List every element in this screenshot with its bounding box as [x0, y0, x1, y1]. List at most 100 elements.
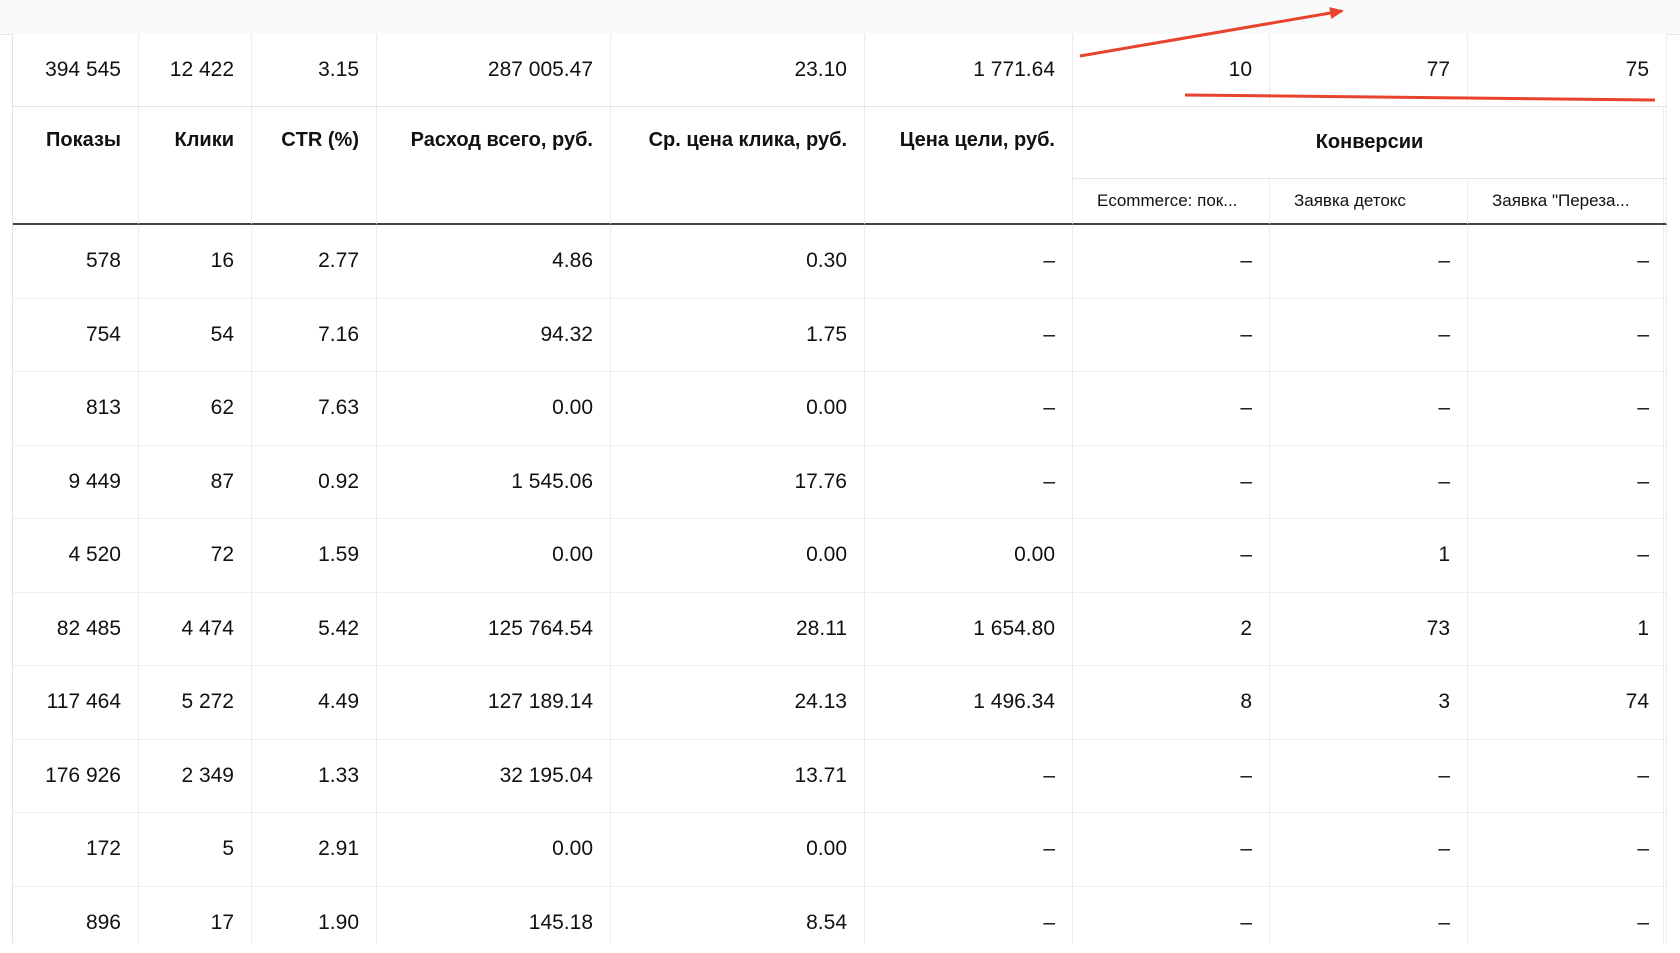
total-conversion-ecommerce: 10	[1073, 34, 1270, 107]
table-cell-spend: 125 764.54	[377, 592, 611, 666]
table-cell-conversion-detox: 3	[1270, 666, 1468, 740]
table-cell-avg-cpc: 0.00	[611, 813, 865, 887]
column-header-spend[interactable]: Расход всего, руб.	[377, 107, 611, 225]
table-cell-impressions: 176 926	[13, 739, 139, 813]
column-group-conversions: Конверсии	[1073, 107, 1667, 179]
total-conversion-detox: 77	[1270, 34, 1468, 107]
table-cell-avg-cpc: 1.75	[611, 298, 865, 372]
table-cell-impressions: 82 485	[13, 592, 139, 666]
table-cell-impressions: 117 464	[13, 666, 139, 740]
table-cell-goal-cost: 1 654.80	[865, 592, 1073, 666]
column-header-clicks[interactable]: Клики	[139, 107, 252, 225]
table-cell-goal-cost: –	[865, 298, 1073, 372]
table-cell-goal-cost: –	[865, 225, 1073, 299]
subcolumn-header-callback[interactable]: Заявка "Переза...	[1468, 179, 1667, 225]
table-cell-conversion-ecommerce: 8	[1073, 666, 1270, 740]
table-cell-impressions: 754	[13, 298, 139, 372]
top-toolbar-strip	[0, 0, 1680, 35]
table-cell-conversion-ecommerce: –	[1073, 445, 1270, 519]
table-cell-conversion-callback: –	[1468, 519, 1667, 593]
table-cell-conversion-detox: –	[1270, 739, 1468, 813]
total-avg-cpc: 23.10	[611, 34, 865, 107]
table-cell-avg-cpc: 24.13	[611, 666, 865, 740]
column-header-impressions[interactable]: Показы	[13, 107, 139, 225]
table-cell-conversion-detox: 73	[1270, 592, 1468, 666]
table-cell-conversion-callback: –	[1468, 739, 1667, 813]
total-ctr: 3.15	[252, 34, 377, 107]
table-cell-spend: 1 545.06	[377, 445, 611, 519]
table-cell-ctr: 4.49	[252, 666, 377, 740]
column-header-goal-cost[interactable]: Цена цели, руб.	[865, 107, 1073, 225]
table-cell-spend: 0.00	[377, 372, 611, 446]
table-cell-goal-cost: 1 496.34	[865, 666, 1073, 740]
column-header-ctr[interactable]: CTR (%)	[252, 107, 377, 225]
table-cell-clicks: 5	[139, 813, 252, 887]
table-cell-clicks: 54	[139, 298, 252, 372]
table-cell-conversion-ecommerce: 2	[1073, 592, 1270, 666]
table-cell-conversion-detox: –	[1270, 372, 1468, 446]
table-cell-ctr: 2.91	[252, 813, 377, 887]
table-cell-conversion-detox: 1	[1270, 519, 1468, 593]
table-cell-conversion-ecommerce: –	[1073, 372, 1270, 446]
table-cell-conversion-callback: –	[1468, 225, 1667, 299]
table-cell-avg-cpc: 13.71	[611, 739, 865, 813]
table-cell-clicks: 2 349	[139, 739, 252, 813]
subcolumn-label-ecommerce: Ecommerce: пок...	[1097, 191, 1238, 210]
table-cell-avg-cpc: 28.11	[611, 592, 865, 666]
table-cell-conversion-ecommerce: –	[1073, 298, 1270, 372]
total-impressions: 394 545	[13, 34, 139, 107]
table-cell-ctr: 2.77	[252, 225, 377, 299]
table-cell-clicks: 87	[139, 445, 252, 519]
table-cell-impressions: 813	[13, 372, 139, 446]
table-cell-goal-cost: –	[865, 372, 1073, 446]
subcolumn-header-detox[interactable]: Заявка детокс	[1270, 179, 1468, 225]
table-cell-conversion-callback: –	[1468, 298, 1667, 372]
table-cell-clicks: 16	[139, 225, 252, 299]
table-cell-conversion-detox: –	[1270, 813, 1468, 887]
table-cell-conversion-callback: 74	[1468, 666, 1667, 740]
table-cell-impressions: 4 520	[13, 519, 139, 593]
table-cell-impressions: 578	[13, 225, 139, 299]
left-frozen-column-edge	[0, 34, 13, 953]
table-cell-goal-cost: –	[865, 813, 1073, 887]
table-cell-ctr: 0.92	[252, 445, 377, 519]
table-cell-spend: 94.32	[377, 298, 611, 372]
subcolumn-label-detox: Заявка детокс	[1294, 191, 1406, 210]
table-cell-clicks: 4 474	[139, 592, 252, 666]
table-cell-conversion-callback: 1	[1468, 592, 1667, 666]
table-cell-conversion-detox: –	[1270, 298, 1468, 372]
table-cell-goal-cost: –	[865, 445, 1073, 519]
table-cell-goal-cost: 0.00	[865, 519, 1073, 593]
table-cell-spend: 0.00	[377, 813, 611, 887]
table-cell-conversion-detox: –	[1270, 225, 1468, 299]
table-cell-avg-cpc: 17.76	[611, 445, 865, 519]
column-header-avg-cpc[interactable]: Ср. цена клика, руб.	[611, 107, 865, 225]
total-goal-cost: 1 771.64	[865, 34, 1073, 107]
table-cell-conversion-ecommerce: –	[1073, 519, 1270, 593]
statistics-table: 394 545 12 422 3.15 287 005.47 23.10 1 7…	[13, 34, 1667, 953]
report-stage: 394 545 12 422 3.15 287 005.47 23.10 1 7…	[0, 0, 1680, 953]
table-cell-avg-cpc: 0.00	[611, 519, 865, 593]
table-cell-avg-cpc: 0.00	[611, 372, 865, 446]
table-cell-spend: 0.00	[377, 519, 611, 593]
table-cell-ctr: 1.33	[252, 739, 377, 813]
table-cell-ctr: 7.63	[252, 372, 377, 446]
table-cell-impressions: 172	[13, 813, 139, 887]
table-cell-spend: 32 195.04	[377, 739, 611, 813]
subcolumn-header-ecommerce[interactable]: Ecommerce: пок...	[1073, 179, 1270, 225]
table-cell-conversion-ecommerce: –	[1073, 739, 1270, 813]
table-cell-clicks: 5 272	[139, 666, 252, 740]
total-conversion-callback: 75	[1468, 34, 1667, 107]
table-cell-spend: 127 189.14	[377, 666, 611, 740]
table-cell-spend: 4.86	[377, 225, 611, 299]
subcolumn-label-callback: Заявка "Переза...	[1492, 191, 1630, 210]
total-clicks: 12 422	[139, 34, 252, 107]
table-cell-conversion-ecommerce: –	[1073, 813, 1270, 887]
table-cell-conversion-callback: –	[1468, 445, 1667, 519]
table-cell-conversion-detox: –	[1270, 445, 1468, 519]
table-cell-ctr: 1.59	[252, 519, 377, 593]
table-cell-clicks: 72	[139, 519, 252, 593]
table-cell-conversion-callback: –	[1468, 813, 1667, 887]
table-cell-ctr: 5.42	[252, 592, 377, 666]
total-spend: 287 005.47	[377, 34, 611, 107]
